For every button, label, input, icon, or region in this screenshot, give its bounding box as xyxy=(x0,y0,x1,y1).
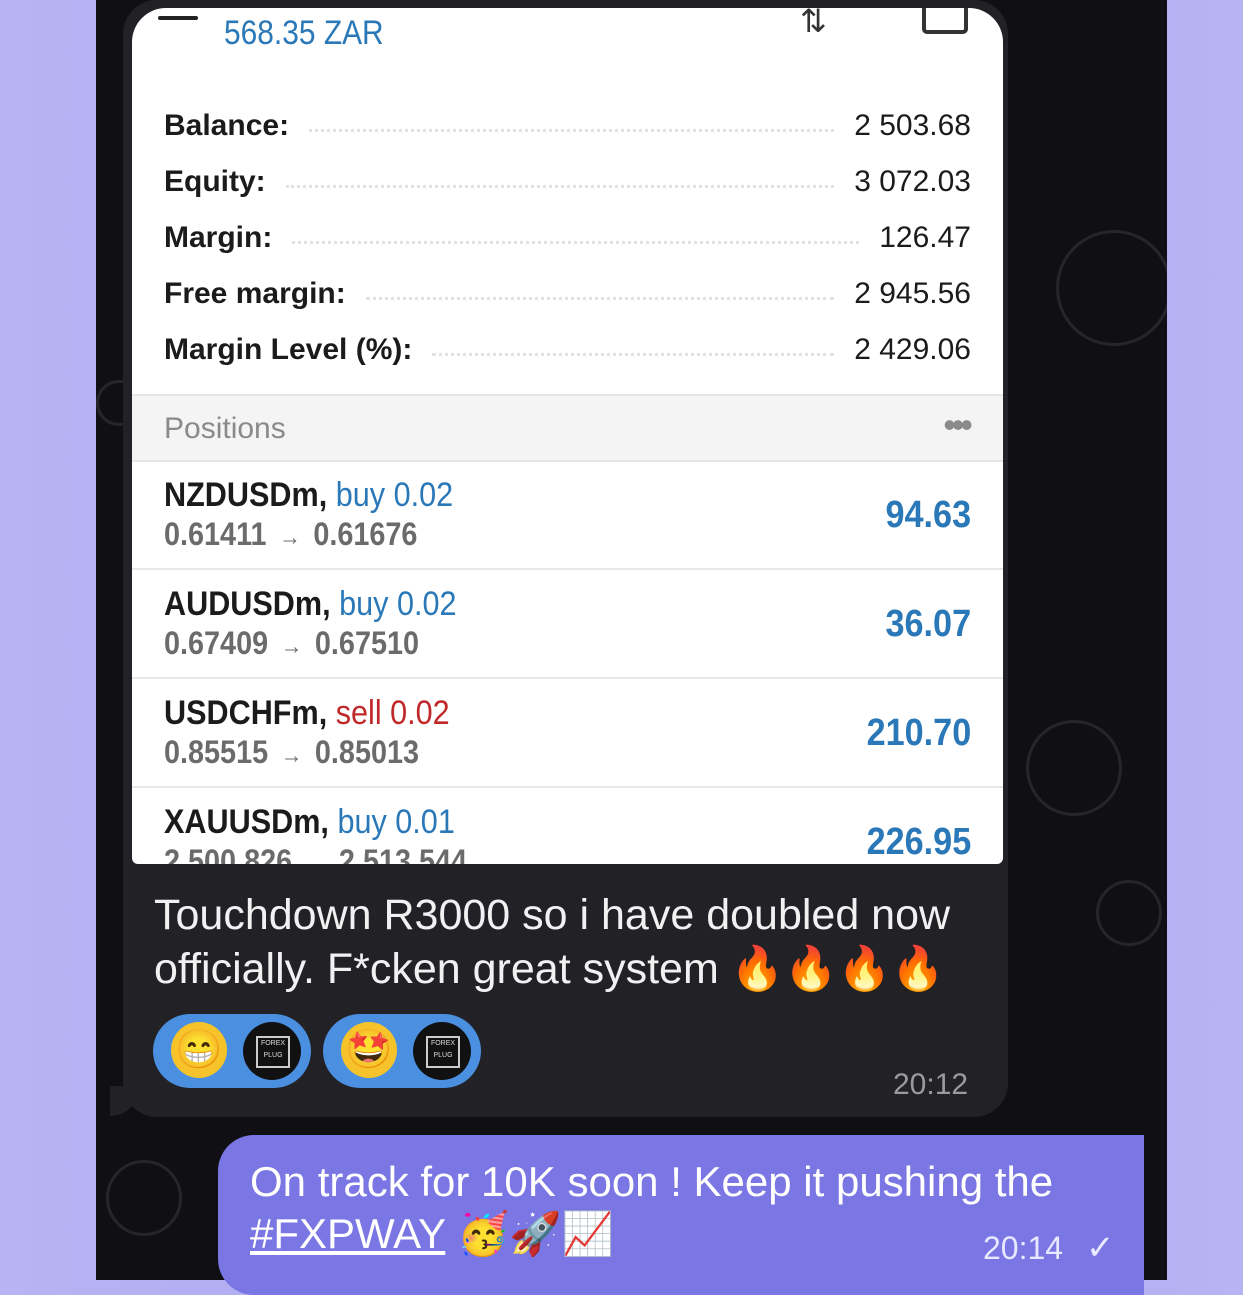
position-side: sell 0.02 xyxy=(335,694,450,732)
positions-title: Positions xyxy=(164,412,286,445)
reaction-chip[interactable]: 😁 FOREX PLUG xyxy=(153,1014,311,1088)
position-row: XAUUSDm, buy 0.01 2 500.826 → 2 513.544 22… xyxy=(132,787,1003,864)
incoming-message-text: Touchdown R3000 so i have doubled now of… xyxy=(154,891,951,993)
account-value: 2 945.56 xyxy=(854,277,971,310)
outgoing-timestamp: 20:14 xyxy=(983,1230,1064,1266)
position-open-price: 0.61411 xyxy=(164,516,267,552)
arrow-right-icon: → xyxy=(280,633,303,660)
position-profit: 36.07 xyxy=(885,603,971,645)
hashtag-link[interactable]: #FXPWAY xyxy=(250,1210,445,1257)
chat-screen: 568.35 ZAR ⇅ Balance: 2 503.68 Equity: 3… xyxy=(96,0,1167,1280)
position-symbol: AUDUSDm xyxy=(164,585,323,623)
position-open-price: 2 500.826 xyxy=(164,843,293,864)
position-current-price: 0.61676 xyxy=(313,516,418,552)
dotted-leader xyxy=(432,352,835,356)
account-row-free-margin: Free margin: 2 945.56 xyxy=(164,274,971,314)
account-label: Margin: xyxy=(164,221,273,254)
position-open-price: 0.67409 xyxy=(164,625,269,661)
new-order-icon xyxy=(922,8,968,34)
account-value: 2 503.68 xyxy=(854,109,971,142)
position-profit: 210.70 xyxy=(866,712,971,754)
positions-header: Positions ••• xyxy=(132,394,1003,462)
position-current-price: 2 513.544 xyxy=(338,843,468,864)
position-symbol: NZDUSDm xyxy=(164,476,319,514)
position-symbol: USDCHFm xyxy=(164,694,319,732)
account-value: 126.47 xyxy=(879,221,971,254)
account-label: Equity: xyxy=(164,165,266,198)
dotted-leader xyxy=(309,128,835,132)
trade-topbar: 568.35 ZAR ⇅ xyxy=(132,8,1003,78)
avatar-logo: FOREX PLUG xyxy=(256,1036,290,1068)
position-row: AUDUSDm, buy 0.02 0.67409 → 0.67510 36.07 xyxy=(132,569,1003,679)
position-profit: 226.95 xyxy=(866,821,971,863)
account-row-margin-level: Margin Level (%): 2 429.06 xyxy=(164,330,971,370)
position-current-price: 0.85013 xyxy=(314,734,420,770)
account-row-balance: Balance: 2 503.68 xyxy=(164,106,971,146)
position-separator: , xyxy=(320,803,329,841)
profit-total: 568.35 ZAR xyxy=(224,14,384,52)
account-label: Free margin: xyxy=(164,277,346,310)
attached-trading-screenshot[interactable]: 568.35 ZAR ⇅ Balance: 2 503.68 Equity: 3… xyxy=(132,8,1003,864)
incoming-timestamp: 20:12 xyxy=(893,1068,969,1101)
position-separator: , xyxy=(322,585,331,623)
position-separator: , xyxy=(318,694,328,732)
avatar: FOREX PLUG xyxy=(413,1022,471,1080)
dotted-leader xyxy=(365,296,835,300)
avatar-logo: FOREX PLUG xyxy=(426,1036,460,1068)
outgoing-emojis: 🥳🚀📈 xyxy=(456,1210,614,1257)
position-side: buy 0.02 xyxy=(339,585,457,623)
account-value: 2 429.06 xyxy=(854,333,971,366)
arrow-right-icon: → xyxy=(305,851,327,864)
background-doodle xyxy=(1026,720,1122,816)
position-symbol: XAUUSDm xyxy=(164,803,321,841)
star-struck-emoji-icon: 🤩 xyxy=(341,1022,397,1078)
background-doodle xyxy=(1056,230,1167,346)
position-side: buy 0.02 xyxy=(335,476,454,514)
position-side: buy 0.01 xyxy=(337,803,455,841)
position-row: NZDUSDm, buy 0.02 0.61411 → 0.61676 94.63 xyxy=(132,460,1003,570)
dotted-leader xyxy=(292,240,860,244)
position-profit: 94.63 xyxy=(885,494,971,536)
grin-emoji-icon: 😁 xyxy=(171,1022,227,1078)
position-separator: , xyxy=(318,476,328,514)
avatar: FOREX PLUG xyxy=(243,1022,301,1080)
outgoing-message-body: On track for 10K soon ! Keep it pushing … xyxy=(250,1158,1054,1205)
position-open-price: 0.85515 xyxy=(164,734,269,770)
background-doodle xyxy=(106,1160,182,1236)
arrow-right-icon: → xyxy=(279,524,301,551)
sort-icon: ⇅ xyxy=(800,8,827,39)
sent-check-icon: ✓ xyxy=(1086,1229,1115,1267)
menu-icon xyxy=(158,16,198,20)
account-label: Balance: xyxy=(164,109,290,142)
account-row-margin: Margin: 126.47 xyxy=(164,218,971,258)
more-icon: ••• xyxy=(943,404,973,445)
arrow-right-icon: → xyxy=(280,742,303,769)
account-value: 3 072.03 xyxy=(854,165,971,198)
background-doodle xyxy=(1096,880,1162,946)
dotted-leader xyxy=(285,184,835,188)
reaction-chip[interactable]: 🤩 FOREX PLUG xyxy=(323,1014,481,1088)
position-row: USDCHFm, sell 0.02 0.85515 → 0.85013 210.7… xyxy=(132,678,1003,788)
position-current-price: 0.67510 xyxy=(314,625,420,661)
account-label: Margin Level (%): xyxy=(164,333,413,366)
account-row-equity: Equity: 3 072.03 xyxy=(164,162,971,202)
